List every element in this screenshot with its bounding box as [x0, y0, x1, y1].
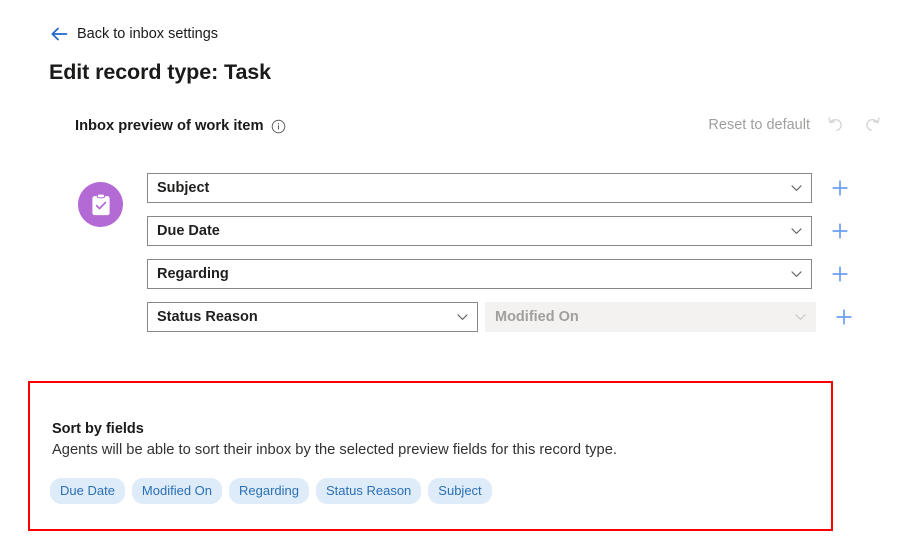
- sort-by-fields-title: Sort by fields: [52, 421, 144, 437]
- sort-field-tag-list: Due Date Modified On Regarding Status Re…: [50, 478, 492, 504]
- info-icon[interactable]: [271, 118, 286, 134]
- preview-row: Regarding: [147, 259, 887, 289]
- sort-by-fields-description: Agents will be able to sort their inbox …: [52, 442, 617, 458]
- sort-field-tag[interactable]: Subject: [428, 478, 492, 504]
- plus-icon: [832, 223, 848, 239]
- undo-icon[interactable]: [826, 115, 846, 135]
- preview-field-value-2: Due Date: [157, 223, 220, 239]
- preview-field-value-3: Regarding: [157, 266, 229, 282]
- preview-row: Status Reason Modified On: [147, 302, 887, 332]
- plus-icon: [832, 180, 848, 196]
- preview-field-select-4-secondary[interactable]: Modified On: [485, 302, 816, 332]
- sort-field-tag[interactable]: Due Date: [50, 478, 125, 504]
- add-field-button-4[interactable]: [834, 307, 854, 327]
- sort-field-tag[interactable]: Modified On: [131, 478, 223, 504]
- preview-row: Subject: [147, 173, 887, 203]
- row-spacer: [478, 317, 485, 318]
- page-title: Edit record type: Task: [49, 60, 272, 84]
- sort-by-fields-section: Sort by fields Agents will be able to so…: [28, 381, 833, 531]
- edit-record-type-page: Back to inbox settings Edit record type:…: [0, 0, 900, 558]
- preview-field-value-1: Subject: [157, 180, 210, 196]
- sort-field-tag[interactable]: Regarding: [229, 478, 310, 504]
- redo-icon[interactable]: [862, 115, 882, 135]
- preview-field-rows: Subject Due Date Regarding Status Reason…: [147, 173, 887, 345]
- inbox-preview-heading: Inbox preview of work item: [75, 118, 286, 134]
- preview-field-select-1[interactable]: Subject: [147, 173, 812, 203]
- plus-icon: [836, 309, 852, 325]
- back-to-inbox-settings-link[interactable]: Back to inbox settings: [50, 26, 218, 42]
- reset-controls: Reset to default: [708, 115, 882, 135]
- preview-field-select-3[interactable]: Regarding: [147, 259, 812, 289]
- add-field-button-3[interactable]: [830, 264, 850, 284]
- reset-to-default-button[interactable]: Reset to default: [708, 117, 810, 133]
- add-field-button-1[interactable]: [830, 178, 850, 198]
- sort-field-tag[interactable]: Status Reason: [316, 478, 422, 504]
- preview-field-value-4: Status Reason: [157, 309, 258, 325]
- plus-icon: [832, 266, 848, 282]
- add-field-button-2[interactable]: [830, 221, 850, 241]
- task-clipboard-icon: [78, 182, 123, 227]
- preview-field-select-4[interactable]: Status Reason: [147, 302, 478, 332]
- preview-row: Due Date: [147, 216, 887, 246]
- back-link-label: Back to inbox settings: [77, 25, 219, 42]
- inbox-preview-label: Inbox preview of work item: [75, 118, 264, 134]
- preview-field-value-4-secondary: Modified On: [495, 309, 579, 325]
- preview-field-select-2[interactable]: Due Date: [147, 216, 812, 246]
- arrow-left-icon: [50, 26, 68, 42]
